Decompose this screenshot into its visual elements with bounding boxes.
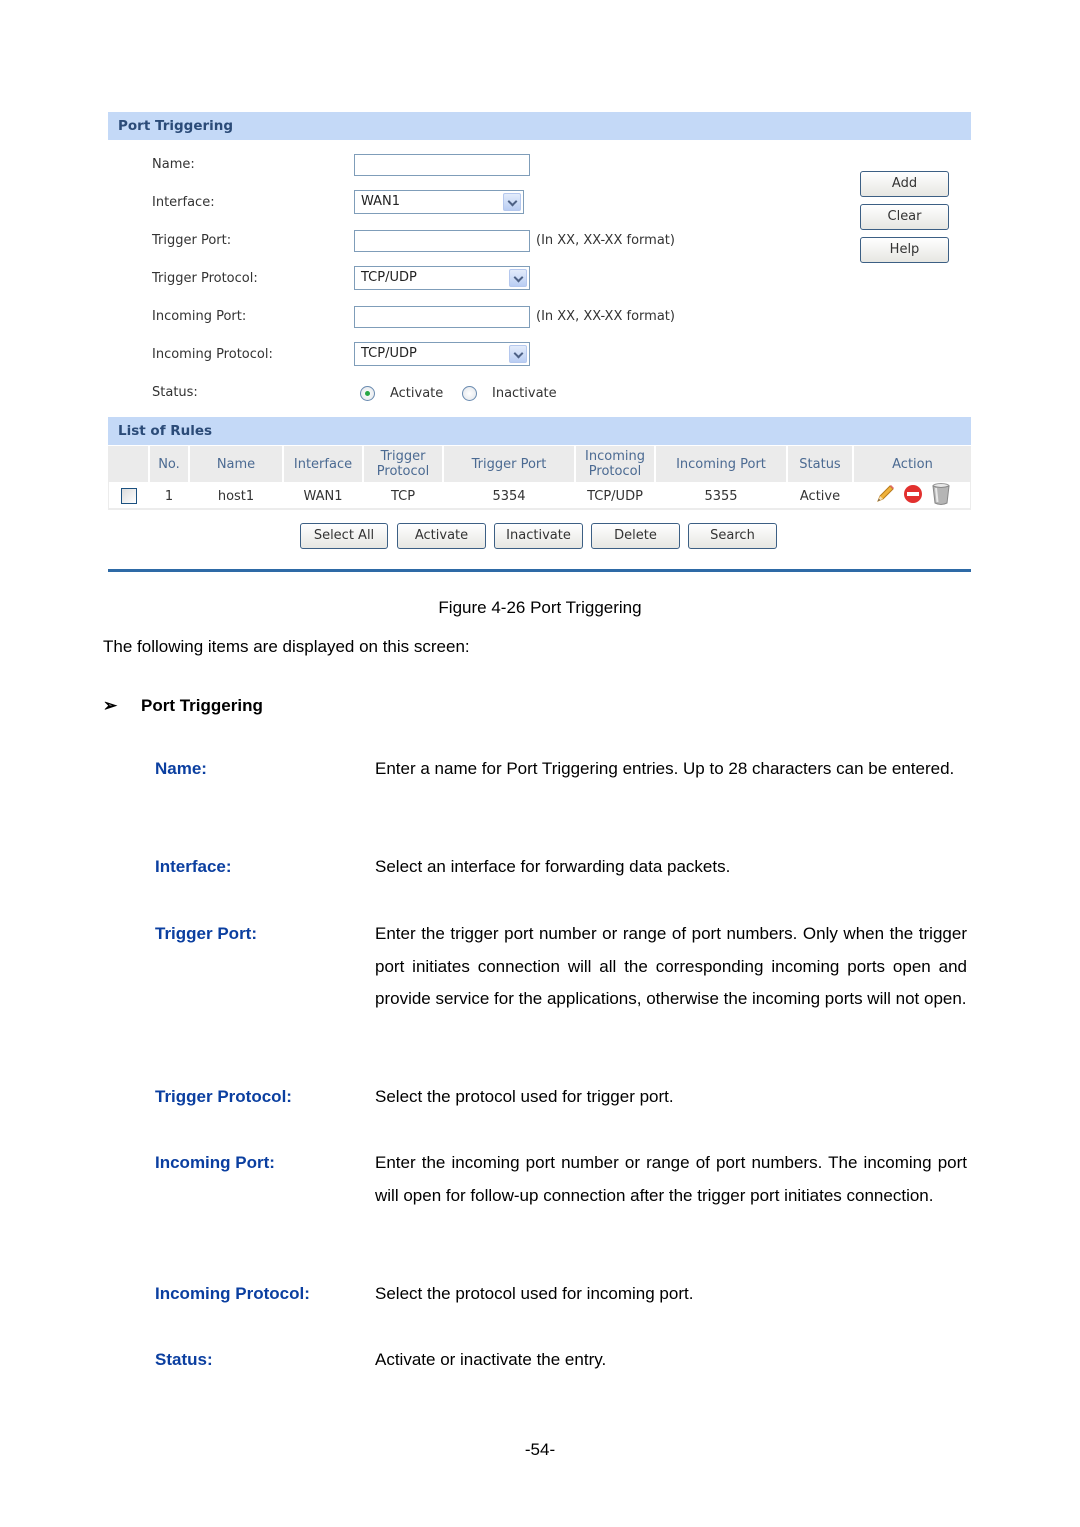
- desc-status: Activate or inactivate the entry.: [375, 1350, 607, 1369]
- activate-button[interactable]: Activate: [397, 523, 486, 549]
- figure-caption: Figure 4-26 Port Triggering: [438, 598, 642, 617]
- disable-icon[interactable]: [902, 483, 924, 509]
- trigger-port-label: Trigger Port:: [152, 233, 232, 248]
- row-select-cell: [109, 482, 149, 510]
- help-button[interactable]: Help: [860, 237, 949, 263]
- cell-incoming-protocol: TCP/UDP: [587, 488, 643, 504]
- interface-label: Interface:: [152, 195, 215, 210]
- column-header-select: [108, 446, 148, 482]
- column-header-incoming-protocol: Incoming Protocol: [574, 446, 654, 482]
- cell-trigger-protocol: TCP: [390, 488, 416, 504]
- name-input[interactable]: [354, 154, 530, 176]
- clear-button[interactable]: Clear: [860, 204, 949, 230]
- desc-trigger-port: Enter the trigger port number or range o…: [375, 924, 967, 1009]
- table-row: 1 host1 WAN1 TCP 5354 TCP/UDP 5355 Activ…: [108, 482, 971, 510]
- delete-button[interactable]: Delete: [591, 523, 680, 549]
- incoming-port-input[interactable]: [354, 306, 530, 328]
- trigger-port-hint: (In XX, XX-XX format): [536, 233, 675, 248]
- desc-name: Enter a name for Port Triggering entries…: [375, 759, 955, 778]
- incoming-protocol-select[interactable]: TCP/UDP: [354, 342, 530, 366]
- term-incoming-port: Incoming Port:: [155, 1153, 275, 1172]
- status-activate-label: Activate: [390, 386, 444, 401]
- status-inactivate-label: Inactivate: [492, 386, 557, 401]
- column-header-incoming-port: Incoming Port: [654, 446, 786, 482]
- incoming-port-hint: (In XX, XX-XX format): [536, 309, 675, 324]
- trigger-protocol-select-value: TCP/UDP: [361, 270, 417, 285]
- incoming-protocol-select-value: TCP/UDP: [361, 346, 417, 361]
- arrow-bullet-icon: ➢: [103, 696, 118, 715]
- column-header-trigger-port: Trigger Port: [442, 446, 574, 482]
- desc-incoming-port: Enter the incoming port number or range …: [375, 1153, 967, 1205]
- term-name: Name:: [155, 759, 207, 778]
- incoming-port-label: Incoming Port:: [152, 309, 247, 324]
- section-header-port-triggering: Port Triggering: [108, 112, 971, 140]
- delete-trash-icon[interactable]: [930, 482, 952, 510]
- section-header-list-of-rules: List of Rules: [108, 417, 971, 445]
- cell-trigger-port: 5354: [492, 488, 526, 504]
- select-all-button[interactable]: Select All: [300, 523, 388, 549]
- rules-table-header: No. Name Interface Trigger Protocol Trig…: [108, 446, 971, 482]
- column-header-trigger-protocol: Trigger Protocol: [362, 446, 442, 482]
- status-label: Status:: [152, 385, 198, 400]
- cell-status: Active: [799, 488, 841, 504]
- cell-no: 1: [164, 488, 174, 504]
- chevron-down-icon: [503, 193, 521, 211]
- cell-incoming-port: 5355: [704, 488, 738, 504]
- subsection-heading: ➢ Port Triggering: [103, 696, 263, 716]
- subsection-heading-text: Port Triggering: [141, 696, 263, 715]
- term-status: Status:: [155, 1350, 213, 1369]
- row-checkbox[interactable]: [121, 488, 137, 504]
- cell-name: host1: [217, 488, 255, 504]
- intro-paragraph: The following items are displayed on thi…: [103, 637, 470, 656]
- edit-pencil-icon[interactable]: [874, 483, 896, 509]
- term-trigger-protocol: Trigger Protocol:: [155, 1087, 292, 1106]
- term-trigger-port: Trigger Port:: [155, 924, 258, 943]
- cell-interface: WAN1: [303, 488, 343, 504]
- column-header-action: Action: [852, 446, 971, 482]
- name-label: Name:: [152, 157, 195, 172]
- term-incoming-protocol: Incoming Protocol:: [155, 1284, 310, 1303]
- trigger-port-input[interactable]: [354, 230, 530, 252]
- status-activate-radio[interactable]: [360, 386, 375, 401]
- interface-select[interactable]: WAN1: [354, 190, 524, 214]
- status-inactivate-radio[interactable]: [462, 386, 477, 401]
- incoming-protocol-label: Incoming Protocol:: [152, 347, 273, 362]
- interface-select-value: WAN1: [361, 194, 401, 209]
- trigger-protocol-label: Trigger Protocol:: [152, 271, 258, 286]
- desc-incoming-protocol: Select the protocol used for incoming po…: [375, 1284, 694, 1303]
- cell-actions: [853, 482, 972, 510]
- bottom-divider: [108, 569, 971, 572]
- add-button[interactable]: Add: [860, 171, 949, 197]
- chevron-down-icon: [509, 269, 527, 287]
- chevron-down-icon: [509, 345, 527, 363]
- column-header-name: Name: [188, 446, 282, 482]
- port-triggering-screenshot: Port Triggering Name: Interface: WAN1 Tr…: [108, 112, 971, 572]
- column-header-interface: Interface: [282, 446, 362, 482]
- column-header-status: Status: [786, 446, 852, 482]
- search-button[interactable]: Search: [688, 523, 777, 549]
- page-number: -54-: [524, 1440, 556, 1459]
- term-interface: Interface:: [155, 857, 232, 876]
- trigger-protocol-select[interactable]: TCP/UDP: [354, 266, 530, 290]
- column-header-no: No.: [148, 446, 188, 482]
- desc-interface: Select an interface for forwarding data …: [375, 857, 731, 876]
- inactivate-button[interactable]: Inactivate: [494, 523, 583, 549]
- desc-trigger-protocol: Select the protocol used for trigger por…: [375, 1087, 674, 1106]
